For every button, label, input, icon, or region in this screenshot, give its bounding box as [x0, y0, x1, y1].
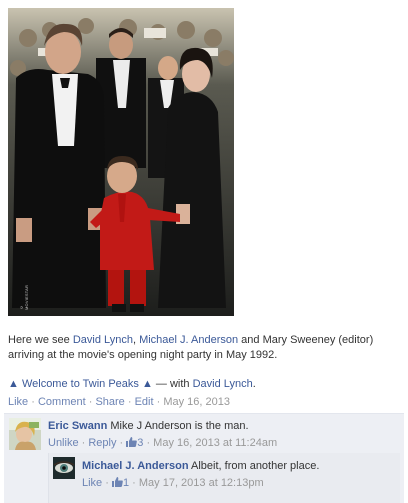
- post-photo-image: [8, 8, 234, 316]
- avatar-michael-j-anderson: [53, 457, 75, 479]
- thumbs-up-icon: [126, 437, 138, 447]
- avatar-eric-swann: [9, 418, 41, 450]
- avatar[interactable]: [53, 457, 75, 479]
- comment-text: Albeit, from another place.: [188, 460, 320, 472]
- caption-link-michael-j-anderson[interactable]: Michael J. Anderson: [139, 334, 238, 346]
- reply-comment: Michael J. Anderson Albeit, from another…: [82, 459, 394, 490]
- thumbs-up-icon: [111, 477, 123, 487]
- caption-middle: and Mary Sweeney (editor): [238, 334, 374, 346]
- post-actions: Like · Comment · Share · Edit · May 16, …: [8, 395, 403, 410]
- separator: ·: [124, 396, 135, 408]
- caption-prefix: Here we see: [8, 334, 73, 346]
- comment-timestamp[interactable]: May 17, 2013 at 12:13pm: [139, 477, 264, 489]
- separator: ·: [85, 396, 96, 408]
- separator: ·: [28, 396, 38, 408]
- tagline-with: — with: [152, 378, 193, 390]
- comment-timestamp[interactable]: May 16, 2013 at 11:24am: [153, 437, 277, 449]
- likes-count[interactable]: 3: [126, 437, 143, 449]
- comments-divider: [4, 413, 404, 414]
- comment-text: Mike J Anderson is the man.: [107, 420, 249, 432]
- tagline-end: .: [252, 378, 256, 390]
- comments-section: Eric Swann Mike J Anderson is the man. U…: [4, 413, 404, 503]
- avatar[interactable]: [9, 418, 41, 450]
- caption-link-david-lynch[interactable]: David Lynch: [73, 334, 133, 346]
- comment-meta: Unlike · Reply · 3 · May 16, 2013 at 11:…: [48, 436, 398, 450]
- reply-button[interactable]: Reply: [88, 437, 116, 449]
- likes-count[interactable]: 1: [111, 477, 129, 489]
- separator: ·: [116, 437, 127, 449]
- separator: ·: [78, 437, 89, 449]
- comment-author[interactable]: Eric Swann: [48, 420, 107, 432]
- comment-meta: Like · 1 · May 17, 2013 at 12:13pm: [82, 476, 394, 490]
- separator: ·: [143, 437, 154, 449]
- separator: ·: [129, 477, 139, 489]
- share-button[interactable]: Share: [95, 396, 124, 408]
- page-link-welcome-to-twin-peaks[interactable]: ▲ Welcome to Twin Peaks ▲: [8, 378, 153, 390]
- post-tagline: ▲ Welcome to Twin Peaks ▲ — with David L…: [8, 377, 403, 392]
- like-button[interactable]: Like: [8, 396, 28, 408]
- post-caption: Here we see David Lynch, Michael J. Ande…: [8, 333, 403, 363]
- unlike-button[interactable]: Unlike: [48, 437, 79, 449]
- caption-line2: arriving at the movie's opening night pa…: [8, 349, 278, 361]
- tagged-link-david-lynch[interactable]: David Lynch: [193, 378, 253, 390]
- post-date[interactable]: May 16, 2013: [163, 396, 230, 408]
- edit-button[interactable]: Edit: [135, 396, 154, 408]
- photo-credit: © MOVIESTAR: [19, 284, 29, 310]
- comment-button[interactable]: Comment: [38, 396, 86, 408]
- like-comment-button[interactable]: Like: [82, 477, 102, 489]
- separator: ·: [153, 396, 164, 408]
- comment-author[interactable]: Michael J. Anderson: [82, 460, 189, 472]
- post-photo[interactable]: © MOVIESTAR: [8, 8, 234, 316]
- separator: ·: [102, 477, 112, 489]
- comment: Eric Swann Mike J Anderson is the man. U…: [48, 419, 398, 450]
